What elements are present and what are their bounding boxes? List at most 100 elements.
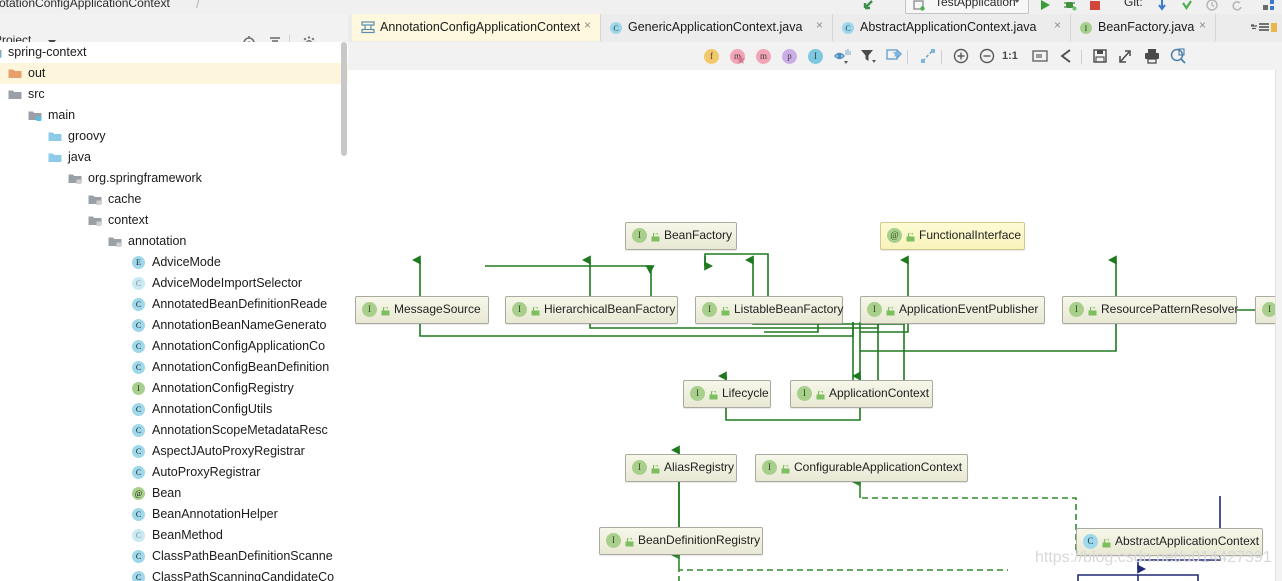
uml-node-functionalinterface[interactable]: @ FunctionalInterface xyxy=(880,222,1025,250)
tree-item-main[interactable]: main xyxy=(0,105,348,126)
tree-item-spring-context[interactable]: spring-context xyxy=(0,42,348,63)
tree-item-advicemode[interactable]: E AdviceMode xyxy=(0,252,348,273)
uml-node-applicationcontext[interactable]: I ApplicationContext xyxy=(790,380,933,408)
class-icon: C xyxy=(841,21,855,38)
uml-node-resourcepatternresolver[interactable]: I ResourcePatternResolver xyxy=(1062,296,1238,324)
tree-item-classpathbeandefinitionscanne[interactable]: C ClassPathBeanDefinitionScanne xyxy=(0,546,348,567)
layout-grid-icon[interactable] xyxy=(1262,0,1276,12)
tree-item-java[interactable]: java xyxy=(0,147,348,168)
tree-item-autoproxyregistrar[interactable]: C AutoProxyRegistrar xyxy=(0,462,348,483)
uml-diagram-canvas[interactable]: I BeanFactory @ FunctionalInterface I Message… xyxy=(348,70,1282,581)
close-icon[interactable]: × xyxy=(1052,19,1063,31)
uml-node-hierarchicalbeanfactory[interactable]: I HierarchicalBeanFactory xyxy=(505,296,678,324)
class-icon: C xyxy=(1083,534,1098,549)
folder-icon xyxy=(28,109,42,121)
show-inner-classes-button[interactable]: I xyxy=(808,49,823,64)
tree-item-advicemodeimportselector[interactable]: C AdviceModeImportSelector xyxy=(0,273,348,294)
analyze-graph-icon[interactable] xyxy=(1168,46,1188,66)
editor-tab-annotationconfigapplicationcontext[interactable]: AnnotationConfigApplicationContext × xyxy=(352,14,601,41)
project-panel-header: Project xyxy=(0,14,348,50)
layout-icon[interactable] xyxy=(918,46,938,66)
tree-item-beanannotationhelper[interactable]: C BeanAnnotationHelper xyxy=(0,504,348,525)
tree-item-groovy[interactable]: groovy xyxy=(0,126,348,147)
tree-item-bean[interactable]: @ Bean xyxy=(0,483,348,504)
editor-tab-bar: AnnotationConfigApplicationContext × C Gene… xyxy=(348,14,1282,43)
tree-item-annotationconfigbeandefinition[interactable]: C AnnotationConfigBeanDefinition xyxy=(0,357,348,378)
uml-node-listablebeanfactory[interactable]: I ListableBeanFactory xyxy=(695,296,843,324)
tree-item-annotation[interactable]: annotation xyxy=(0,231,348,252)
editor-tab-genericapplicationcontext-java[interactable]: C GenericApplicationContext.java × xyxy=(600,14,833,41)
uml-node-configurableapplicationcontext[interactable]: I ConfigurableApplicationContext xyxy=(755,454,968,482)
uml-node-aliasregistry[interactable]: I AliasRegistry xyxy=(625,454,737,482)
tree-item-beanmethod[interactable]: C BeanMethod xyxy=(0,525,348,546)
tree-item-org-springframework[interactable]: org.springframework xyxy=(0,168,348,189)
tree-item-label: main xyxy=(48,108,76,122)
project-tree-scrollbar[interactable] xyxy=(341,42,347,156)
tree-item-annotatedbeandefinitionreade[interactable]: C AnnotatedBeanDefinitionReade xyxy=(0,294,348,315)
tree-item-annotationscopemetadataresc[interactable]: C AnnotationScopeMetadataResc xyxy=(0,420,348,441)
export-save-icon[interactable] xyxy=(1090,46,1110,66)
class-icon: C xyxy=(132,466,145,479)
breadcrumb: otationConfigApplicationContext xyxy=(0,0,170,10)
class-icon: C xyxy=(132,424,145,437)
tree-item-src[interactable]: src xyxy=(0,84,348,105)
tree-item-label: groovy xyxy=(68,129,106,143)
debug-button-icon[interactable] xyxy=(1062,0,1078,12)
uml-node-applicationeventpublisher[interactable]: I ApplicationEventPublisher xyxy=(860,296,1045,324)
tree-item-label: ClassPathScanningCandidateCo xyxy=(152,570,335,581)
git-history-icon[interactable] xyxy=(1205,0,1219,12)
tree-item-aspectjautoproxyregistrar[interactable]: C AspectJAutoProxyRegistrar xyxy=(0,441,348,462)
fit-content-icon[interactable] xyxy=(1030,46,1050,66)
tree-item-classpathscanningcandidateco[interactable]: C ClassPathScanningCandidateCo xyxy=(0,567,348,581)
toolbar-divider xyxy=(1081,50,1082,64)
git-revert-icon[interactable] xyxy=(1230,0,1244,12)
uml-node-lifecycle[interactable]: I Lifecycle xyxy=(683,380,771,408)
git-commit-icon[interactable] xyxy=(1180,0,1194,12)
editor-tab-beanfactory-java[interactable]: I BeanFactory.java × xyxy=(1070,14,1216,41)
public-visibility-icon xyxy=(381,305,390,316)
project-tree[interactable]: spring-context out src main groovy java org.sp… xyxy=(0,42,348,581)
tree-item-context[interactable]: context xyxy=(0,210,348,231)
close-icon[interactable]: × xyxy=(1197,19,1208,31)
interface-icon: I xyxy=(606,533,621,548)
stop-button-icon[interactable] xyxy=(1088,0,1102,12)
show-fields-button[interactable]: f xyxy=(704,49,719,64)
uml-node-label: ConfigurableApplicationContext xyxy=(794,460,963,474)
show-methods-button[interactable]: m xyxy=(756,49,771,64)
interface-icon: I xyxy=(632,228,647,243)
show-properties-button[interactable]: p xyxy=(782,49,797,64)
uml-node-beanfactory[interactable]: I BeanFactory xyxy=(625,222,737,250)
visibility-eye-icon[interactable] xyxy=(832,46,852,66)
tree-item-annotationconfigapplicationco[interactable]: C AnnotationConfigApplicationCo xyxy=(0,336,348,357)
tree-item-annotationbeannamegenerato[interactable]: C AnnotationBeanNameGenerato xyxy=(0,315,348,336)
public-visibility-icon xyxy=(781,463,790,474)
tree-item-annotationconfigutils[interactable]: C AnnotationConfigUtils xyxy=(0,399,348,420)
tree-item-cache[interactable]: cache xyxy=(0,189,348,210)
zoom-out-icon[interactable] xyxy=(977,46,997,66)
actual-size-button[interactable]: 1:1 xyxy=(1002,46,1022,66)
close-icon[interactable]: × xyxy=(582,19,593,31)
uml-node-abstractapplicationcontext[interactable]: C AbstractApplicationContext xyxy=(1076,528,1263,556)
zoom-in-icon[interactable] xyxy=(951,46,971,66)
window-title-bar: otationConfigApplicationContext / TestAp… xyxy=(0,0,1282,15)
tree-item-label: AnnotationConfigBeanDefinition xyxy=(152,360,330,374)
uml-node-messagesource[interactable]: I MessageSource xyxy=(355,296,489,324)
print-icon[interactable] xyxy=(1142,46,1162,66)
show-dependencies-icon[interactable] xyxy=(1056,46,1076,66)
run-button-icon[interactable] xyxy=(1038,0,1052,12)
tree-item-out[interactable]: out xyxy=(0,63,348,84)
folder-icon xyxy=(108,235,122,247)
editor-tab-abstractapplicationcontext-java[interactable]: C AbstractApplicationContext.java × xyxy=(832,14,1071,41)
tab-options-icon[interactable] xyxy=(1248,21,1278,35)
change-scope-icon[interactable] xyxy=(884,46,904,66)
chevron-down-icon[interactable] xyxy=(1014,0,1020,3)
uml-node-beandefinitionregistry[interactable]: I BeanDefinitionRegistry xyxy=(599,527,763,555)
tree-item-annotationconfigregistry[interactable]: I AnnotationConfigRegistry xyxy=(0,378,348,399)
run-configuration-name: TestApplication xyxy=(935,0,1016,9)
svg-text:C: C xyxy=(613,24,618,33)
open-in-editor-icon[interactable] xyxy=(1116,46,1136,66)
close-icon[interactable]: × xyxy=(814,19,825,31)
back-arrow-icon[interactable] xyxy=(860,0,876,14)
git-update-icon[interactable] xyxy=(1155,0,1169,12)
filter-icon[interactable] xyxy=(858,46,878,66)
